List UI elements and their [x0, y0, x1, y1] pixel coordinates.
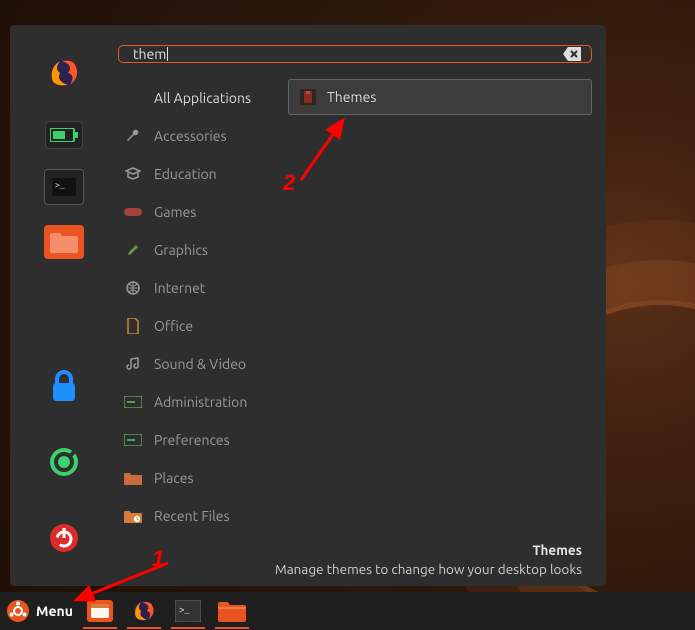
category-label: Recent Files [154, 508, 230, 524]
category-label: Administration [154, 394, 247, 410]
category-label: Games [154, 204, 196, 220]
taskbar-app-terminal[interactable]: >_ [171, 596, 205, 626]
slider-icon [124, 434, 142, 446]
search-text: them [133, 46, 563, 62]
wrench-icon [124, 128, 142, 144]
category-graphics[interactable]: Graphics [118, 231, 278, 269]
search-results: Themes [288, 79, 592, 535]
category-label: Accessories [154, 128, 227, 144]
menu-body: them All Applications Accessories Educat… [118, 25, 606, 586]
category-recent[interactable]: Recent Files [118, 497, 278, 535]
folder-clock-icon [124, 509, 142, 523]
footer-desc: Manage themes to change how your desktop… [128, 560, 582, 579]
category-label: Internet [154, 280, 205, 296]
favorite-terminal[interactable]: >_ [44, 169, 84, 205]
favorite-power[interactable] [36, 510, 92, 566]
taskbar-app-files[interactable] [215, 596, 249, 626]
category-label: Graphics [154, 242, 208, 258]
favorite-lock[interactable] [36, 358, 92, 414]
music-icon [124, 356, 142, 372]
result-label: Themes [327, 89, 376, 105]
category-label: Sound & Video [154, 356, 246, 372]
document-icon [124, 318, 142, 334]
favorite-logout[interactable] [36, 434, 92, 490]
svg-text:>_: >_ [179, 606, 190, 616]
category-internet[interactable]: Internet [118, 269, 278, 307]
category-all[interactable]: All Applications [118, 79, 278, 117]
category-places[interactable]: Places [118, 459, 278, 497]
menu-label: Menu [36, 603, 73, 619]
category-accessories[interactable]: Accessories [118, 117, 278, 155]
clear-icon[interactable] [563, 47, 581, 61]
taskbar-app-desktop[interactable] [83, 596, 117, 626]
category-label: Office [154, 318, 193, 334]
menu-button[interactable]: Menu [6, 599, 73, 623]
category-education[interactable]: Education [118, 155, 278, 193]
category-list: All Applications Accessories Education G… [118, 79, 278, 535]
footer-title: Themes [128, 541, 582, 560]
category-games[interactable]: Games [118, 193, 278, 231]
category-label: Preferences [154, 432, 230, 448]
taskbar: Menu >_ [0, 592, 695, 630]
favorite-files[interactable] [44, 225, 84, 259]
brush-icon [124, 242, 142, 258]
category-preferences[interactable]: Preferences [118, 421, 278, 459]
ubuntu-logo-icon [6, 599, 30, 623]
category-label: All Applications [154, 90, 251, 106]
globe-icon [124, 280, 142, 296]
category-label: Places [154, 470, 194, 486]
category-sound-video[interactable]: Sound & Video [118, 345, 278, 383]
category-administration[interactable]: Administration [118, 383, 278, 421]
category-label: Education [154, 166, 217, 182]
favorite-battery[interactable] [45, 121, 83, 149]
search-input[interactable]: them [118, 45, 592, 63]
category-office[interactable]: Office [118, 307, 278, 345]
result-themes[interactable]: Themes [288, 79, 592, 115]
folder-icon [124, 471, 142, 485]
themes-icon [299, 88, 317, 106]
svg-text:>_: >_ [55, 182, 65, 191]
app-menu-panel: >_ them All Applicatio [10, 25, 606, 586]
favorites-rail: >_ [10, 25, 118, 586]
gamepad-icon [124, 206, 142, 218]
favorite-firefox[interactable] [36, 45, 92, 101]
slider-icon [124, 396, 142, 408]
education-icon [124, 166, 142, 182]
result-description: Themes Manage themes to change how your … [118, 535, 592, 593]
taskbar-app-firefox[interactable] [127, 596, 161, 626]
